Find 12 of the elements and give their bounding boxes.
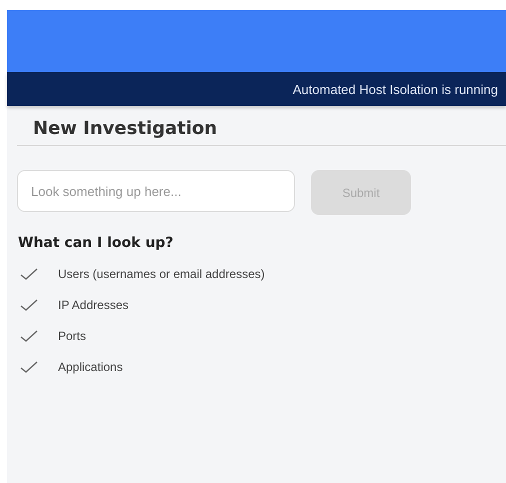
list-item-text: IP Addresses (58, 298, 128, 312)
list-item-text: Ports (58, 329, 86, 343)
check-icon (20, 299, 38, 311)
check-icon (20, 330, 38, 342)
search-field[interactable]: Look something up here... (17, 170, 295, 212)
list-item-text: Applications (58, 360, 123, 374)
page-title: New Investigation (33, 118, 218, 139)
banner-text: Automated Host Isolation is running (292, 82, 498, 96)
list-item-text: Users (usernames or email addresses) (58, 267, 265, 281)
check-icon (20, 361, 38, 373)
section-heading: What can I look up? (18, 235, 174, 251)
check-icon (20, 268, 38, 280)
